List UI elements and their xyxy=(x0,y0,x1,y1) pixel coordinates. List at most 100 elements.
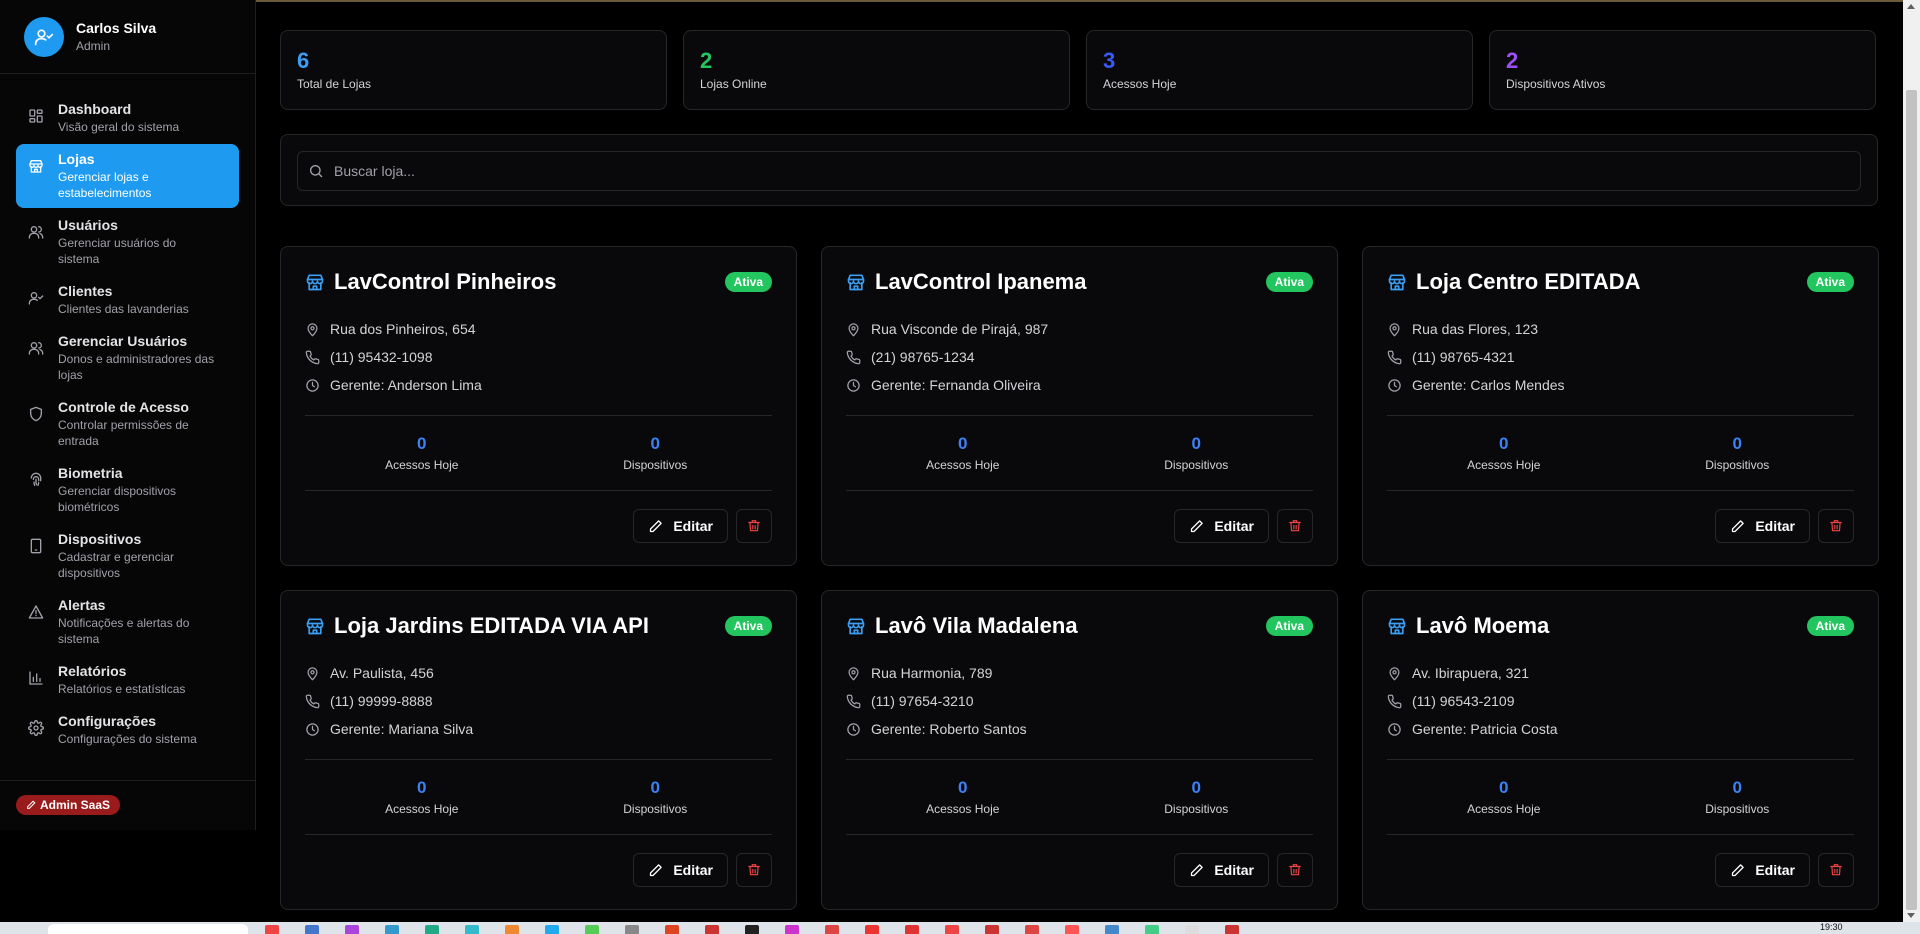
stat-label: Dispositivos Ativos xyxy=(1506,77,1606,91)
user-check-icon-wrap xyxy=(28,290,44,306)
sidebar-item-lojas[interactable]: Lojas Gerenciar lojas e estabelecimentos xyxy=(16,144,239,208)
delete-button[interactable] xyxy=(1818,509,1854,543)
scroll-down-icon[interactable] xyxy=(1907,913,1915,918)
delete-button[interactable] xyxy=(736,509,772,543)
sidebar-item-description: Visão geral do sistema xyxy=(58,120,180,134)
phone-icon xyxy=(1387,694,1402,708)
taskbar-app-icon[interactable] xyxy=(505,925,519,934)
dispositivos-value: 0 xyxy=(650,434,660,453)
trash-icon xyxy=(748,520,760,532)
sidebar-item-relatorios[interactable]: Relatórios Relatórios e estatísticas xyxy=(16,656,239,704)
sidebar-item-description: Gerenciar dispositivos biométricos xyxy=(58,484,177,514)
delete-button[interactable] xyxy=(736,853,772,887)
taskbar-app-icon[interactable] xyxy=(1025,925,1039,934)
taskbar-app-icon[interactable] xyxy=(705,925,719,934)
taskbar-app-icon[interactable] xyxy=(1145,925,1159,934)
tablet-icon xyxy=(30,538,42,554)
taskbar-app-icon[interactable] xyxy=(1105,925,1119,934)
alert-triangle-icon xyxy=(28,605,44,619)
search-input[interactable] xyxy=(334,163,1850,179)
taskbar-app-icon[interactable] xyxy=(905,925,919,934)
clock-icon xyxy=(1388,722,1401,736)
edit-label: Editar xyxy=(1214,518,1254,534)
stat-card: 3 Acessos Hoje xyxy=(1086,30,1473,110)
store-icon xyxy=(847,618,865,635)
page-scrollbar[interactable] xyxy=(1903,0,1920,922)
trash-icon xyxy=(1289,864,1301,876)
taskbar-app-icon[interactable] xyxy=(1225,925,1239,934)
acessos-label: Acessos Hoje xyxy=(385,802,459,816)
stat-card: 2 Lojas Online xyxy=(683,30,1070,110)
sidebar-item-description: Relatórios e estatísticas xyxy=(58,682,186,696)
taskbar-app-icon[interactable] xyxy=(585,925,599,934)
sidebar-item-alertas[interactable]: Alertas Notificações e alertas do sistema xyxy=(16,590,239,654)
gear-icon-wrap xyxy=(28,720,44,736)
admin-saas-label: Admin SaaS xyxy=(40,798,111,812)
status-badge: Ativa xyxy=(1265,272,1313,292)
sidebar-item-label: Relatórios xyxy=(58,663,127,679)
edit-button[interactable]: Editar xyxy=(1715,853,1810,887)
edit-button[interactable]: Editar xyxy=(633,853,728,887)
taskbar-app-icon[interactable] xyxy=(265,925,279,934)
taskbar-app-icon[interactable] xyxy=(945,925,959,934)
edit-button[interactable]: Editar xyxy=(633,509,728,543)
sidebar-item-gerenciar-usuarios[interactable]: Gerenciar Usuários Donos e administradore… xyxy=(16,326,239,390)
taskbar-app-icon[interactable] xyxy=(1065,925,1079,934)
tablet-icon-wrap xyxy=(28,538,44,554)
alert-triangle-icon-wrap xyxy=(28,604,44,620)
taskbar-app-icon[interactable] xyxy=(345,925,359,934)
store-manager: Gerente: Mariana Silva xyxy=(330,721,474,737)
edit-button[interactable]: Editar xyxy=(1174,853,1269,887)
stat-label: Total de Lojas xyxy=(297,77,372,91)
search-box[interactable] xyxy=(297,151,1861,191)
sidebar-item-biometria[interactable]: Biometria Gerenciar dispositivos biométri… xyxy=(16,458,239,522)
delete-button[interactable] xyxy=(1818,853,1854,887)
taskbar-app-icon[interactable] xyxy=(865,925,879,934)
sidebar-item-label: Gerenciar Usuários xyxy=(58,333,188,349)
taskbar-app-icon[interactable] xyxy=(425,925,439,934)
sidebar-item-dispositivos[interactable]: Dispositivos Cadastrar e gerenciar dispos… xyxy=(16,524,239,588)
status-badge: Ativa xyxy=(724,272,772,292)
edit-button[interactable]: Editar xyxy=(1174,509,1269,543)
phone-icon xyxy=(846,350,861,364)
taskbar-search[interactable] xyxy=(48,924,248,934)
sidebar-item-controle-de-acesso[interactable]: Controle de Acesso Controlar permissões d… xyxy=(16,392,239,456)
user-profile[interactable]: Carlos Silva Admin xyxy=(0,0,255,74)
sidebar-item-configuracoes[interactable]: Configurações Configurações do sistema xyxy=(16,706,239,754)
store-phone: (21) 98765-1234 xyxy=(871,349,975,365)
taskbar-app-icon[interactable] xyxy=(625,925,639,934)
taskbar-app-icon[interactable] xyxy=(665,925,679,934)
store-name: LavControl Pinheiros xyxy=(334,269,557,294)
taskbar-app-icon[interactable] xyxy=(745,925,759,934)
store-icon xyxy=(847,274,865,291)
stat-label: Acessos Hoje xyxy=(1103,77,1177,91)
sidebar-item-usuarios[interactable]: Usuários Gerenciar usuários do sistema xyxy=(16,210,239,274)
taskbar-app-icon[interactable] xyxy=(825,925,839,934)
scroll-thumb[interactable] xyxy=(1906,90,1917,910)
users-icon xyxy=(28,226,44,239)
taskbar-app-icon[interactable] xyxy=(385,925,399,934)
sidebar-item-dashboard[interactable]: Dashboard Visão geral do sistema xyxy=(16,94,239,142)
sidebar-item-label: Lojas xyxy=(58,151,95,167)
store-address: Rua Visconde de Pirajá, 987 xyxy=(871,321,1049,337)
grid-icon-wrap xyxy=(28,108,44,124)
taskbar-app-icon[interactable] xyxy=(985,925,999,934)
sidebar-item-description: Donos e administradores das lojas xyxy=(58,352,215,382)
grid-icon xyxy=(29,109,43,123)
taskbar-app-icon[interactable] xyxy=(545,925,559,934)
taskbar-app-icon[interactable] xyxy=(465,925,479,934)
user-role: Admin xyxy=(76,39,111,53)
taskbar-app-icon[interactable] xyxy=(785,925,799,934)
taskbar-app-icon[interactable] xyxy=(1185,925,1199,934)
pencil-icon xyxy=(27,800,36,809)
acessos-value: 0 xyxy=(417,434,427,453)
edit-button[interactable]: Editar xyxy=(1715,509,1810,543)
scroll-up-icon[interactable] xyxy=(1907,4,1915,9)
delete-button[interactable] xyxy=(1277,509,1313,543)
taskbar-app-icon[interactable] xyxy=(305,925,319,934)
sidebar-item-description: Gerenciar usuários do sistema xyxy=(58,236,177,266)
acessos-value: 0 xyxy=(958,778,968,797)
sidebar-item-clientes[interactable]: Clientes Clientes das lavanderias xyxy=(16,276,239,324)
delete-button[interactable] xyxy=(1277,853,1313,887)
store-address: Rua dos Pinheiros, 654 xyxy=(330,321,476,337)
